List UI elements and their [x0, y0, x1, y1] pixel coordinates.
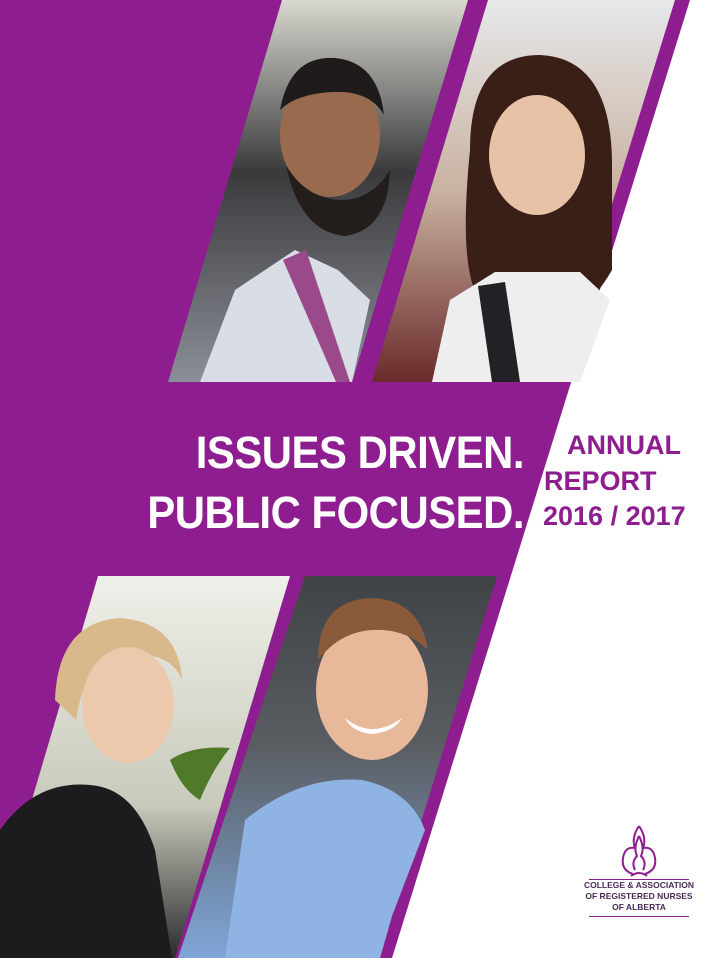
flame-icon [621, 825, 657, 877]
report-label-annual: ANNUAL [567, 430, 681, 460]
headline-line-2: PUBLIC FOCUSED. [147, 487, 524, 538]
annual-report-cover: ISSUES DRIVEN. PUBLIC FOCUSED. ANNUAL RE… [0, 0, 720, 958]
logo-line-1: COLLEGE & ASSOCIATION [583, 880, 695, 890]
logo-bottom-rule [589, 916, 689, 917]
logo-wordmark: COLLEGE & ASSOCIATION OF REGISTERED NURS… [575, 880, 703, 913]
report-label-report: REPORT [544, 466, 657, 496]
carna-logo: COLLEGE & ASSOCIATION OF REGISTERED NURS… [575, 824, 703, 932]
logo-line-2: OF REGISTERED NURSES [585, 891, 693, 901]
headline-line-1: ISSUES DRIVEN. [195, 427, 525, 478]
report-year-range: 2016 / 2017 [543, 501, 686, 531]
logo-line-3: OF ALBERTA [612, 902, 666, 912]
